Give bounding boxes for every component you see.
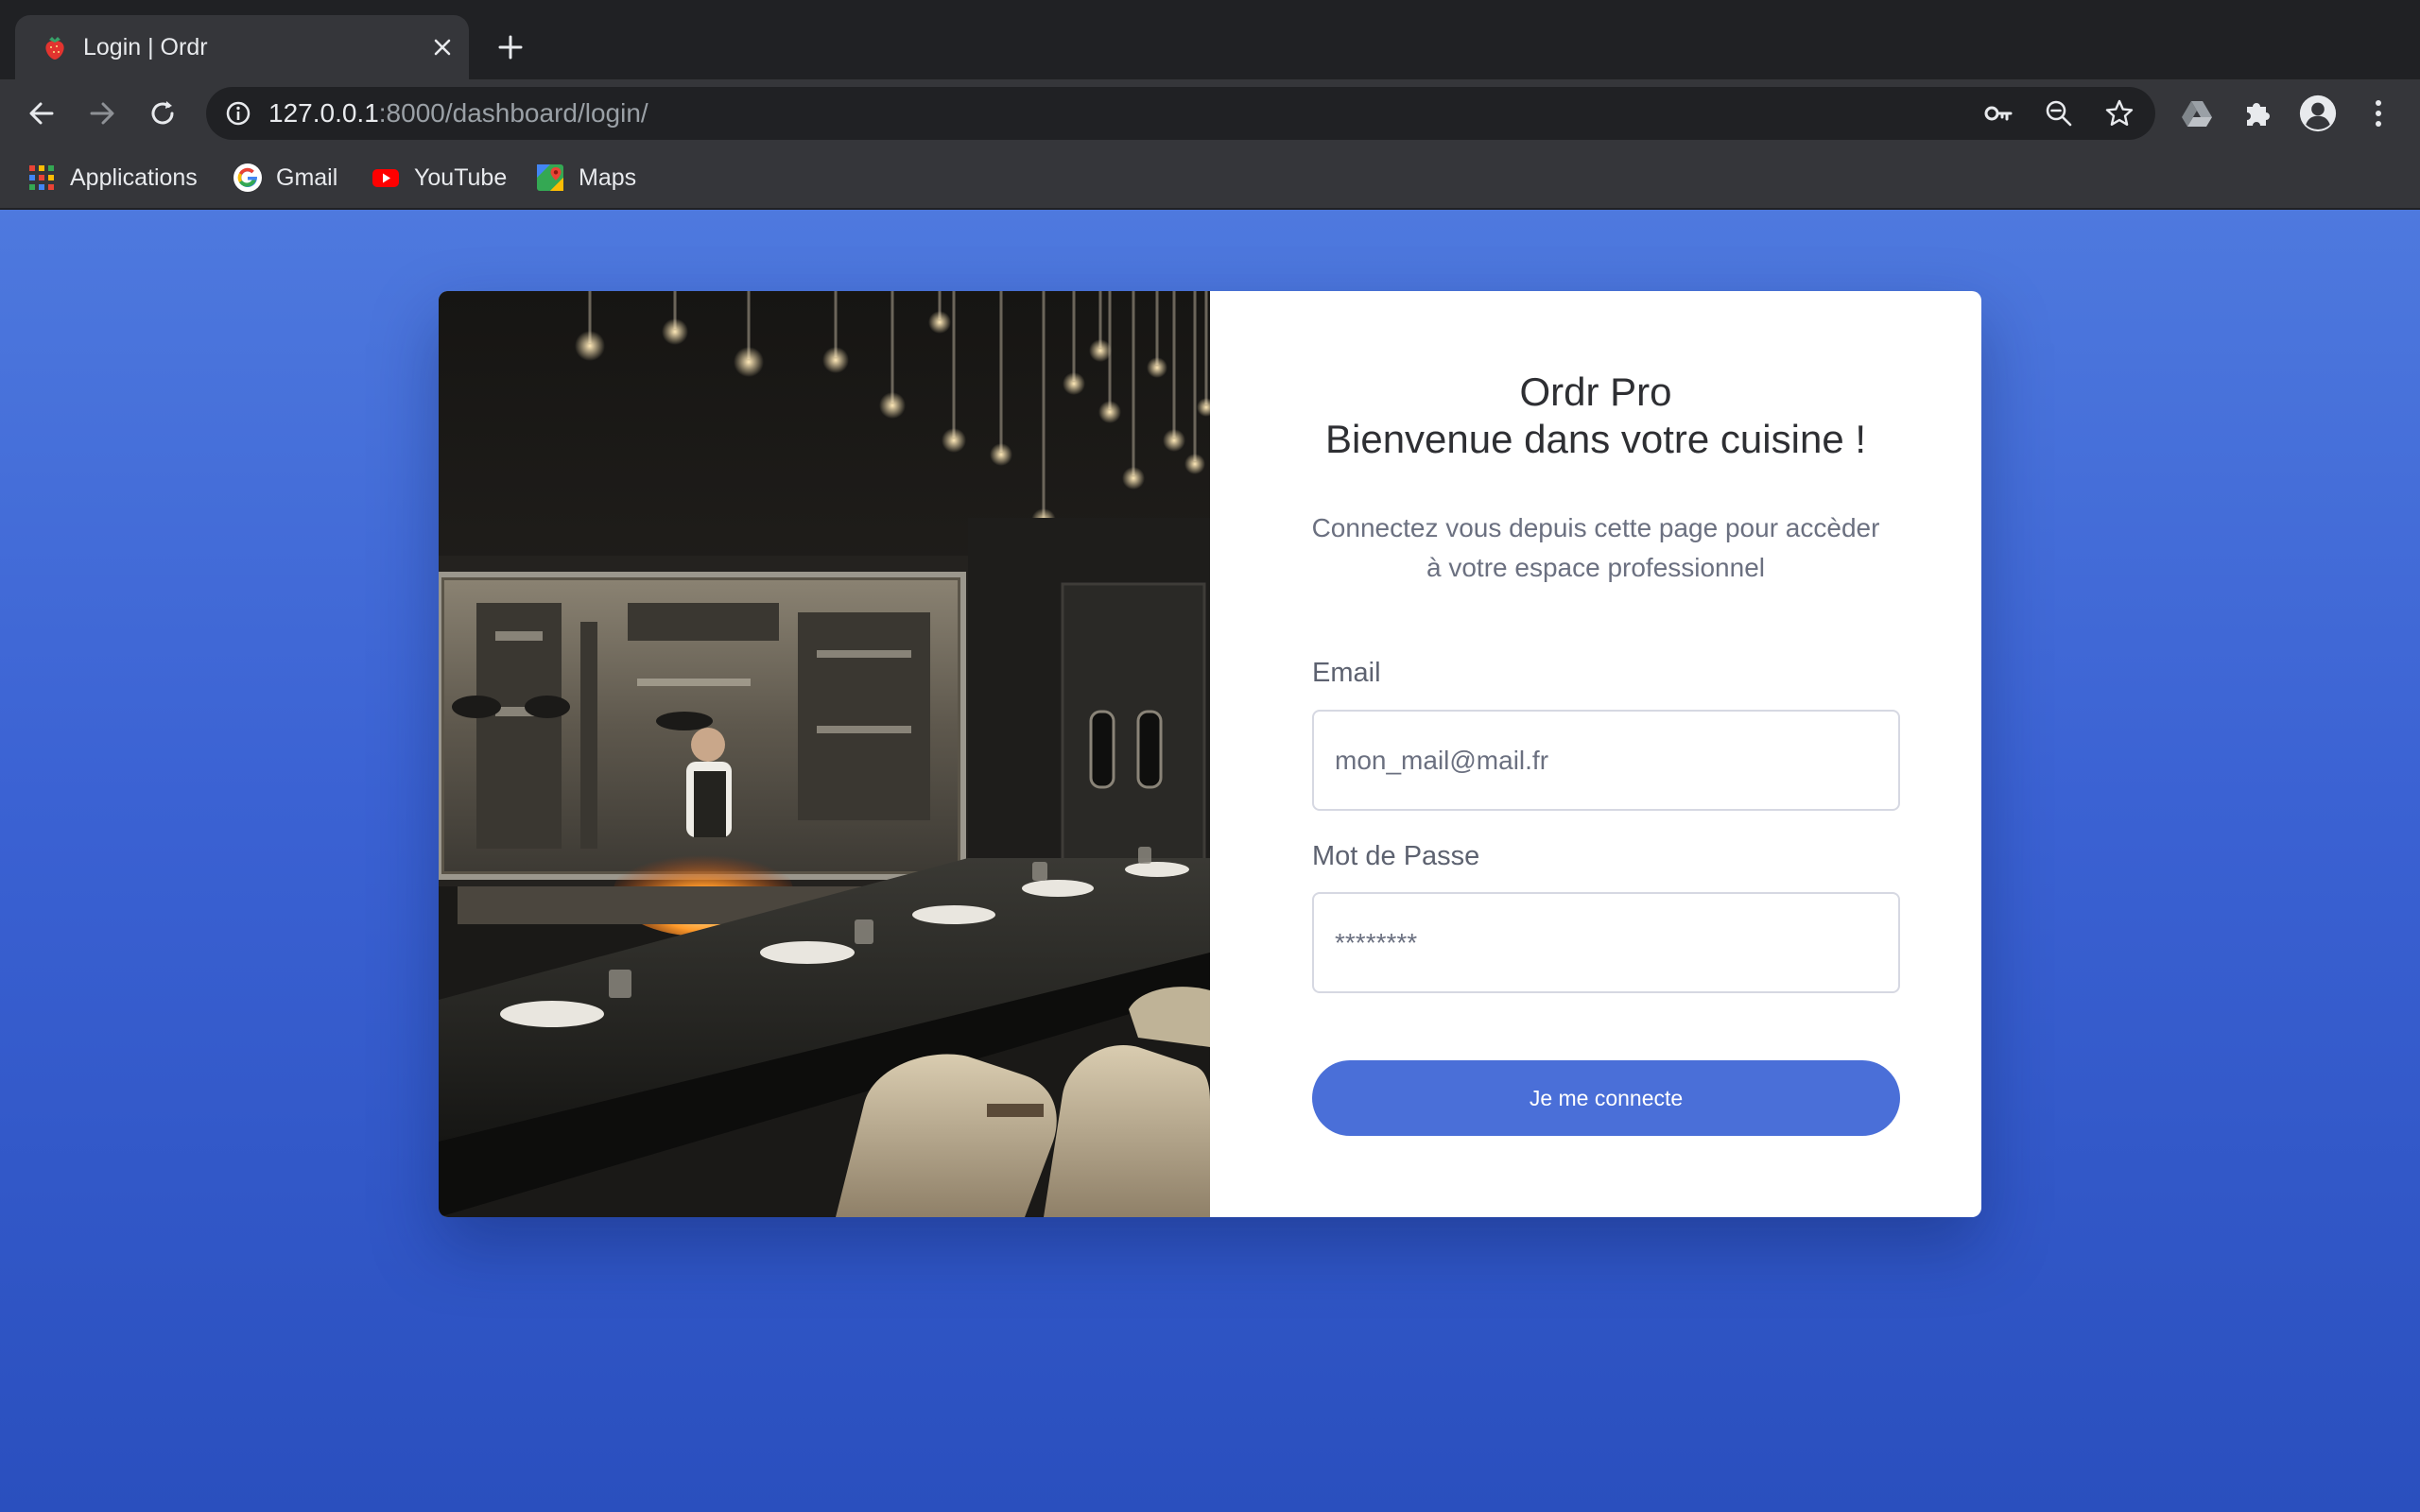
password-label: Mot de Passe (1312, 841, 1480, 871)
email-field[interactable] (1312, 710, 1900, 811)
subtitle-line-2: à votre espace professionnel (1426, 553, 1765, 582)
browser-toolbar: 127.0.0.1:8000/dashboard/login/ (0, 79, 2420, 147)
bookmarks-bar: Applications Gmail YouTube Maps (0, 147, 2420, 210)
restaurant-kitchen-image (439, 291, 1210, 1217)
login-card: Ordr Pro Bienvenue dans votre cuisine ! … (439, 291, 1981, 1217)
profile-avatar-icon[interactable] (2299, 94, 2337, 132)
bookmark-label: Maps (579, 163, 637, 191)
bookmark-applications[interactable]: Applications (26, 161, 198, 195)
tab-title: Login | Ordr (83, 34, 208, 60)
password-field[interactable] (1312, 892, 1900, 993)
subtitle: Connectez vous depuis cette page pour ac… (1210, 508, 1981, 588)
back-arrow-icon[interactable] (23, 94, 60, 132)
page-title: Ordr Pro Bienvenue dans votre cuisine ! (1210, 369, 1981, 463)
google-drive-icon[interactable] (2178, 94, 2216, 132)
tab-strip: Login | Ordr (0, 0, 2420, 79)
page-background: Ordr Pro Bienvenue dans votre cuisine ! … (0, 210, 2420, 1512)
title-app-name: Ordr Pro (1519, 369, 1672, 414)
bookmark-gmail[interactable]: Gmail (233, 161, 337, 195)
google-icon (233, 163, 263, 193)
extensions-puzzle-icon[interactable] (2238, 94, 2276, 132)
youtube-icon (371, 163, 401, 193)
address-host: 127.0.0.1 (268, 98, 379, 128)
bookmark-label: Gmail (276, 163, 338, 191)
address-url: 127.0.0.1:8000/dashboard/login/ (268, 98, 648, 129)
reload-icon[interactable] (144, 94, 182, 132)
login-form: Ordr Pro Bienvenue dans votre cuisine ! … (1210, 291, 1981, 1217)
login-button[interactable]: Je me connecte (1312, 1060, 1900, 1136)
address-bar[interactable]: 127.0.0.1:8000/dashboard/login/ (206, 87, 2155, 140)
key-icon[interactable] (1983, 98, 2014, 129)
zoom-out-icon[interactable] (2044, 98, 2074, 129)
maps-icon (535, 163, 565, 193)
info-icon[interactable] (223, 98, 253, 129)
bookmark-label: Applications (70, 163, 198, 191)
bookmark-label: YouTube (414, 163, 508, 191)
new-tab-plus-icon[interactable] (492, 28, 529, 66)
browser-tab[interactable]: Login | Ordr (15, 15, 469, 79)
email-label: Email (1312, 658, 1381, 688)
bookmark-maps[interactable]: Maps (535, 161, 636, 195)
bookmark-youtube[interactable]: YouTube (371, 161, 507, 195)
close-icon[interactable] (427, 32, 458, 62)
subtitle-line-1: Connectez vous depuis cette page pour ac… (1311, 513, 1880, 542)
star-bookmark-icon[interactable] (2104, 98, 2135, 129)
apps-grid-icon (26, 163, 57, 193)
title-welcome: Bienvenue dans votre cuisine ! (1324, 417, 1867, 461)
forward-arrow-icon[interactable] (83, 94, 121, 132)
more-menu-icon[interactable] (2360, 94, 2397, 132)
address-path: :8000/dashboard/login/ (378, 98, 648, 128)
strawberry-icon (40, 32, 70, 62)
